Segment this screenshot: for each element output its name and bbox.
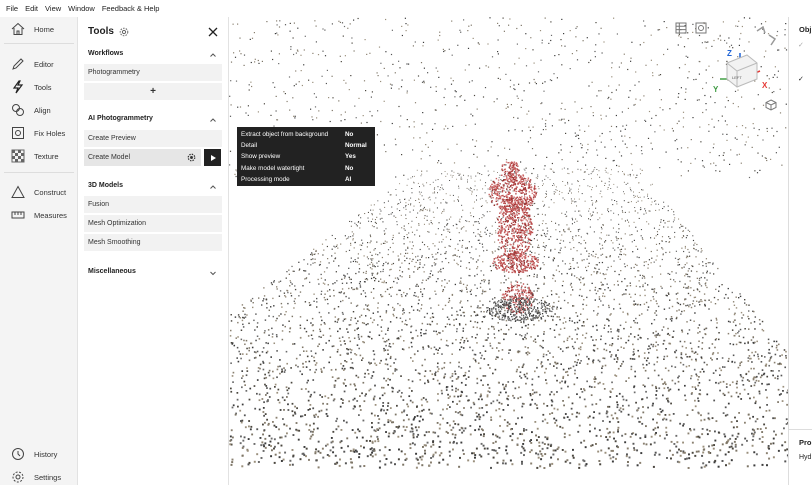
align-icon bbox=[10, 102, 26, 118]
tool-create-model[interactable]: Create Model bbox=[84, 149, 201, 166]
3d-viewport[interactable]: LEFT Z Y X bbox=[229, 17, 788, 485]
fix-holes-icon bbox=[10, 125, 26, 141]
section-workflows[interactable]: Workflows bbox=[88, 50, 123, 57]
nav-divider bbox=[4, 172, 74, 173]
gear-icon[interactable] bbox=[187, 153, 196, 162]
section-3d-models[interactable]: 3D Models bbox=[88, 182, 123, 189]
tooltip-value: No bbox=[345, 131, 371, 138]
ruler-icon bbox=[10, 207, 26, 223]
section-ai-photogrammetry[interactable]: AI Photogrammetry bbox=[88, 115, 153, 122]
nav-measures[interactable]: Measures bbox=[0, 205, 78, 225]
left-nav: Home Editor Tools Align Fix Holes bbox=[0, 17, 78, 485]
close-icon[interactable] bbox=[207, 25, 219, 37]
workflow-photogrammetry[interactable]: Photogrammetry bbox=[84, 64, 222, 81]
cube-icon[interactable] bbox=[765, 98, 777, 116]
tooltip-row: Processing mode AI bbox=[241, 174, 371, 185]
nav-align-label: Align bbox=[34, 106, 51, 115]
pencil-icon bbox=[10, 56, 26, 72]
tooltip-row: Detail Normal bbox=[241, 140, 371, 151]
lightning-icon bbox=[10, 79, 26, 95]
chevron-down-icon[interactable] bbox=[209, 269, 217, 277]
nav-construct[interactable]: Construct bbox=[0, 182, 78, 202]
orientation-gizmo[interactable]: LEFT Z Y X bbox=[705, 21, 785, 101]
rotate-left-icon bbox=[757, 27, 765, 33]
section-miscellaneous[interactable]: Miscellaneous bbox=[88, 268, 136, 275]
tooltip-value: Yes bbox=[345, 153, 371, 160]
nav-editor[interactable]: Editor bbox=[0, 54, 78, 74]
gear-icon bbox=[10, 469, 26, 485]
chevron-up-icon[interactable] bbox=[209, 51, 217, 59]
panel-divider bbox=[789, 429, 812, 430]
axis-z-label: Z bbox=[727, 49, 732, 58]
nav-fix-holes[interactable]: Fix Holes bbox=[0, 123, 78, 143]
tooltip-value: Normal bbox=[345, 142, 371, 149]
axis-x-label: X bbox=[762, 81, 768, 90]
rotate-right-icon bbox=[769, 35, 775, 45]
properties-object-name: Hyd bbox=[799, 454, 811, 461]
nav-tools[interactable]: Tools bbox=[0, 77, 78, 97]
add-workflow-button[interactable]: + bbox=[84, 83, 222, 100]
check-icon[interactable]: ✓ bbox=[798, 41, 804, 49]
right-panel: Obj ✓ ✓ Prop Hyd bbox=[788, 17, 812, 485]
nav-align[interactable]: Align bbox=[0, 100, 78, 120]
nav-fix-holes-label: Fix Holes bbox=[34, 129, 65, 138]
objects-header: Obj bbox=[799, 25, 812, 34]
nav-home-label: Home bbox=[34, 25, 54, 34]
properties-header: Prop bbox=[799, 438, 812, 447]
home-icon bbox=[10, 21, 26, 37]
create-model-tooltip: Extract object from background No Detail N… bbox=[237, 127, 375, 186]
view-grid-icon[interactable] bbox=[675, 21, 687, 39]
run-create-model-button[interactable] bbox=[204, 149, 221, 166]
texture-icon bbox=[10, 148, 26, 164]
nav-home[interactable]: Home bbox=[0, 19, 78, 39]
gear-icon[interactable] bbox=[119, 27, 129, 37]
nav-measures-label: Measures bbox=[34, 211, 67, 220]
chevron-up-icon[interactable] bbox=[209, 183, 217, 191]
construct-icon bbox=[10, 184, 26, 200]
menu-window[interactable]: Window bbox=[68, 4, 95, 13]
tooltip-label: Extract object from background bbox=[241, 131, 328, 138]
history-icon bbox=[10, 446, 26, 462]
nav-texture[interactable]: Texture bbox=[0, 146, 78, 166]
menu-edit[interactable]: Edit bbox=[25, 4, 38, 13]
tool-fusion[interactable]: Fusion bbox=[84, 196, 222, 213]
nav-history-label: History bbox=[34, 450, 57, 459]
tools-title-text: Tools bbox=[88, 26, 114, 37]
tooltip-label: Show preview bbox=[241, 153, 280, 160]
check-icon[interactable]: ✓ bbox=[798, 75, 804, 83]
gizmo-face-label: LEFT bbox=[732, 75, 742, 80]
nav-editor-label: Editor bbox=[34, 60, 54, 69]
nav-divider bbox=[4, 43, 74, 44]
tool-mesh-smoothing[interactable]: Mesh Smoothing bbox=[84, 234, 222, 251]
tools-title: Tools bbox=[88, 26, 129, 37]
tool-create-model-label: Create Model bbox=[88, 154, 130, 161]
tooltip-label: Make model watertight bbox=[241, 165, 304, 172]
nav-texture-label: Texture bbox=[34, 152, 59, 161]
tool-create-preview[interactable]: Create Preview bbox=[84, 130, 222, 147]
tooltip-row: Show preview Yes bbox=[241, 151, 371, 162]
tools-panel: Tools Workflows Photogrammetry + AI Phot… bbox=[78, 17, 229, 485]
menu-file[interactable]: File bbox=[6, 4, 18, 13]
chevron-up-icon[interactable] bbox=[209, 116, 217, 124]
tooltip-label: Processing mode bbox=[241, 176, 290, 183]
nav-construct-label: Construct bbox=[34, 188, 66, 197]
tooltip-row: Make model watertight No bbox=[241, 163, 371, 174]
nav-history[interactable]: History bbox=[0, 444, 78, 464]
nav-settings[interactable]: Settings bbox=[0, 467, 78, 487]
axis-y-label: Y bbox=[713, 85, 719, 94]
nav-settings-label: Settings bbox=[34, 473, 61, 482]
tooltip-value: No bbox=[345, 165, 371, 172]
tooltip-label: Detail bbox=[241, 142, 257, 149]
menu-bar: File Edit View Window Feedback & Help bbox=[0, 0, 812, 17]
tool-mesh-optimization[interactable]: Mesh Optimization bbox=[84, 215, 222, 232]
tooltip-row: Extract object from background No bbox=[241, 129, 371, 140]
play-icon bbox=[209, 154, 217, 162]
menu-feedback-help[interactable]: Feedback & Help bbox=[102, 4, 160, 13]
nav-tools-label: Tools bbox=[34, 83, 52, 92]
tooltip-value: AI bbox=[345, 176, 371, 183]
menu-view[interactable]: View bbox=[45, 4, 61, 13]
